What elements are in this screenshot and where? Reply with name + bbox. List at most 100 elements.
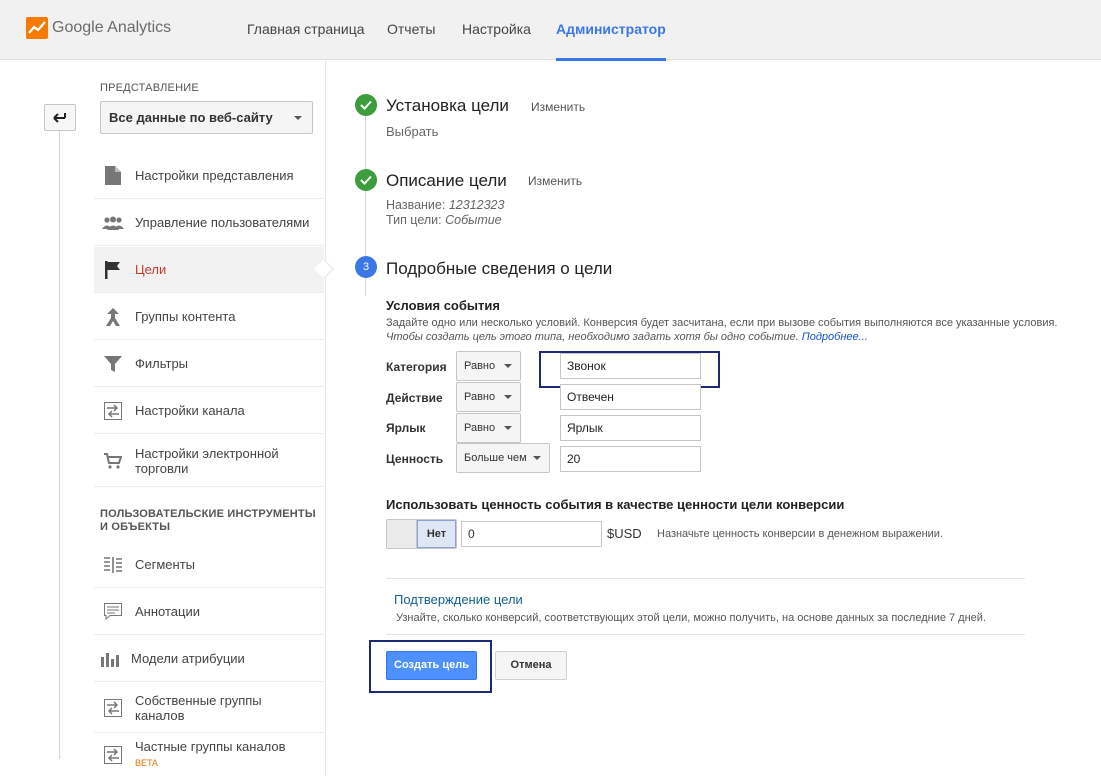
sidebar-item-goals[interactable]: Цели: [94, 247, 334, 293]
goal-setup-value: Выбрать: [386, 124, 439, 139]
event-conditions-title: Условия события: [386, 298, 500, 313]
step-goal-setup-title: Установка цели: [386, 96, 509, 115]
toggle-off-segment: [387, 520, 417, 548]
sidebar-item-label: Цели: [135, 262, 167, 277]
sidebar-item-label: Группы контента: [135, 309, 236, 324]
filter-icon: [102, 353, 124, 375]
operator-value: Больше чем: [464, 452, 527, 464]
operator-value: Равно: [464, 422, 496, 434]
sidebar-item-filters[interactable]: Фильтры: [94, 341, 324, 387]
sidebar-item-attribution-models[interactable]: Модели атрибуции: [94, 636, 324, 682]
flag-icon: [102, 259, 124, 281]
google-analytics-logo[interactable]: Google Analytics: [26, 16, 171, 40]
step-goal-description-title: Описание цели: [386, 171, 507, 190]
edit-goal-description-link[interactable]: Изменить: [528, 174, 582, 188]
cart-icon: [102, 450, 124, 472]
conversion-value-input[interactable]: 0: [461, 521, 602, 547]
custom-tools-section-label: ПОЛЬЗОВАТЕЛЬСКИЕ ИНСТРУМЕНТЫ И ОБЪЕКТЫ: [100, 508, 316, 533]
edit-goal-setup-link[interactable]: Изменить: [531, 100, 585, 114]
goal-editor: Установка цели Изменить Выбрать Описание…: [327, 61, 1101, 776]
content-groups-icon: [102, 306, 124, 328]
nav-reports[interactable]: Отчеты: [387, 0, 435, 60]
sidebar: ПРЕДСТАВЛЕНИЕ Все данные по веб-сайту На…: [0, 61, 334, 776]
sidebar-item-label: Фильтры: [135, 356, 189, 371]
attribution-icon: [100, 648, 122, 670]
divider: [386, 578, 1025, 579]
top-bar: Google Analytics Главная страница Отчеты…: [0, 0, 1101, 61]
sidebar-item-ecommerce-settings[interactable]: Настройки электронной торговли: [94, 435, 324, 487]
learn-more-link[interactable]: Подробнее...: [802, 331, 868, 343]
goal-type-row: Тип цели: Событие: [386, 213, 502, 227]
users-icon: [102, 212, 124, 234]
chevron-down-icon: [294, 116, 302, 120]
value-operator-select[interactable]: Больше чем: [456, 443, 550, 473]
sidebar-item-channel-settings[interactable]: Настройки канала: [94, 388, 324, 434]
channel-icon: [102, 400, 124, 422]
check-icon: [355, 169, 377, 191]
verify-goal-hint: Узнайте, сколько конверсий, соответствую…: [396, 612, 986, 624]
check-icon: [355, 94, 377, 116]
sidebar-item-private-channel-groups[interactable]: Частные группы каналов BETA: [94, 733, 324, 776]
private-channel-groups-icon: [102, 744, 124, 766]
highlight-box: [369, 640, 492, 693]
step-number-badge: 3: [355, 256, 377, 278]
condition-label-label: Ярлык: [386, 421, 426, 435]
cancel-button[interactable]: Отмена: [495, 651, 567, 680]
annotations-icon: [102, 601, 124, 623]
conditions-desc-line2: Чтобы создать цель этого типа, необходим…: [386, 331, 799, 343]
value-value-input[interactable]: 20: [560, 446, 701, 472]
sidebar-item-label: Собственные группы каналов: [135, 692, 262, 723]
chevron-down-icon: [504, 426, 512, 430]
goal-name-value: 12312323: [448, 198, 505, 212]
action-value-input[interactable]: Отвечен: [560, 384, 701, 410]
analytics-logo-icon: [26, 17, 48, 39]
sidebar-item-label: Сегменты: [135, 557, 196, 572]
view-select-value: Все данные по веб-сайту: [109, 110, 273, 125]
nav-admin-label: Администратор: [556, 21, 666, 37]
chevron-down-icon: [533, 456, 541, 460]
operator-value: Равно: [464, 391, 496, 403]
highlight-box: [539, 351, 720, 388]
view-section-label: ПРЕДСТАВЛЕНИЕ: [100, 82, 199, 94]
divider: [386, 634, 1025, 635]
use-event-value-toggle[interactable]: Нет: [386, 519, 457, 549]
sidebar-item-custom-channel-groups[interactable]: Собственные группы каналов: [94, 683, 324, 733]
sidebar-item-label: Настройки электронной торговли: [135, 445, 279, 476]
sidebar-item-segments[interactable]: Сегменты: [94, 542, 324, 588]
goal-type-label: Тип цели:: [386, 213, 442, 227]
sidebar-item-label: Модели атрибуции: [131, 651, 245, 666]
goal-name-row: Название: 12312323: [386, 198, 504, 212]
goal-type-value: Событие: [445, 213, 502, 227]
view-select[interactable]: Все данные по веб-сайту: [100, 101, 313, 134]
operator-value: Равно: [464, 360, 496, 372]
nav-home[interactable]: Главная страница: [247, 0, 365, 60]
action-operator-select[interactable]: Равно: [456, 382, 521, 412]
logo-text: Google Analytics: [52, 19, 172, 36]
channel-groups-icon: [102, 697, 124, 719]
sidebar-item-annotations[interactable]: Аннотации: [94, 589, 324, 635]
sidebar-item-label: Настройки представления: [135, 168, 294, 183]
back-button[interactable]: [44, 104, 76, 131]
conditions-desc-line1: Задайте одно или несколько условий. Конв…: [386, 317, 1058, 329]
conversion-value-hint: Назначьте ценность конверсии в денежном …: [657, 528, 943, 540]
document-icon: [102, 165, 124, 187]
sidebar-item-label: Аннотации: [135, 604, 200, 619]
sidebar-item-view-settings[interactable]: Настройки представления: [94, 153, 324, 199]
label-value-input[interactable]: Ярлык: [560, 415, 701, 441]
toggle-state-label: Нет: [417, 520, 456, 548]
category-operator-select[interactable]: Равно: [456, 351, 521, 381]
sidebar-item-user-management[interactable]: Управление пользователями: [94, 200, 324, 246]
currency-label: $USD: [607, 526, 642, 541]
condition-category-label: Категория: [386, 360, 447, 374]
sidebar-item-label: Управление пользователями: [135, 215, 310, 230]
nav-customization[interactable]: Настройка: [462, 0, 531, 60]
event-conditions-description: Задайте одно или несколько условий. Конв…: [386, 316, 1086, 344]
segments-icon: [102, 554, 124, 576]
step-goal-details-title: Подробные сведения о цели: [386, 259, 613, 278]
label-operator-select[interactable]: Равно: [456, 413, 521, 443]
sidebar-item-label: Частные группы каналов: [135, 738, 286, 754]
condition-value-label: Ценность: [386, 452, 444, 466]
sidebar-item-content-groups[interactable]: Группы контента: [94, 294, 324, 340]
verify-goal-link[interactable]: Подтверждение цели: [394, 592, 523, 607]
nav-admin[interactable]: Администратор: [556, 0, 666, 61]
